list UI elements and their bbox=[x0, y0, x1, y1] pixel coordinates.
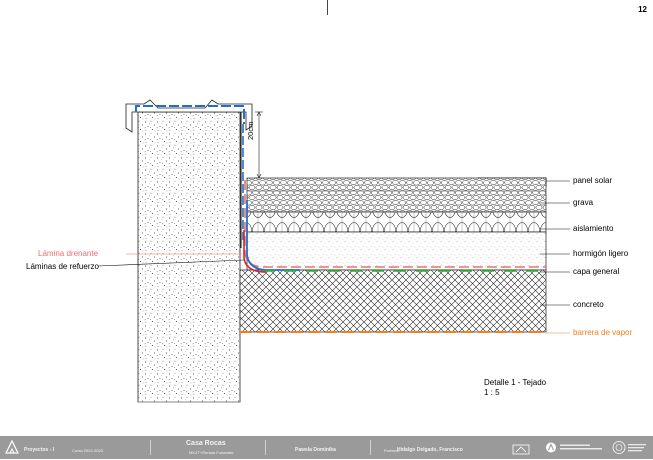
footer-year: Curso 2022-2023 bbox=[72, 448, 103, 453]
footer-separator bbox=[150, 440, 151, 455]
label-concreto: concreto bbox=[573, 300, 604, 309]
title-block-footer: Proyectos - I Curso 2022-2023 Casa Rocas… bbox=[0, 436, 653, 459]
gravel-layer bbox=[246, 177, 547, 213]
footer-project-subtitle: MKZT+Renata Furtanato bbox=[189, 450, 234, 455]
university-seal-icon bbox=[612, 440, 648, 460]
label-grava: grava bbox=[573, 198, 594, 207]
footer-course: Proyectos - I bbox=[24, 447, 55, 453]
label-lamina-drenante: Lámina drenante bbox=[38, 249, 99, 258]
insulation-layer bbox=[246, 211, 547, 233]
lightweight-concrete-layer bbox=[246, 231, 547, 271]
label-laminas-de-refuerzo: Láminas de refuerzo bbox=[26, 262, 99, 271]
footer-separator bbox=[265, 440, 266, 455]
label-capa-general: capa general bbox=[573, 267, 620, 276]
footer-separator bbox=[370, 440, 371, 455]
university-logo-icon bbox=[545, 441, 605, 459]
detail-scale: 1 : 5 bbox=[484, 388, 500, 397]
structural-concrete-slab bbox=[239, 269, 547, 333]
detail-title: Detalle 1 - Tejado bbox=[484, 378, 547, 387]
footer-student: Pawela Dominika bbox=[295, 447, 336, 453]
dimension-label: 20cm bbox=[246, 121, 255, 140]
footer-professor-name: Hidalgo Delgado, Francisco bbox=[397, 447, 463, 453]
label-barrera-de-vapor: barrera de vapor bbox=[573, 328, 633, 337]
roof-detail-drawing bbox=[97, 99, 570, 403]
seal-icon bbox=[512, 442, 530, 460]
label-panel-solar: panel solar bbox=[573, 176, 613, 185]
label-hormigon-ligero: hormigón ligero bbox=[573, 249, 629, 258]
label-aislamiento: aislamiento bbox=[573, 224, 614, 233]
logo-triangle-icon bbox=[5, 439, 19, 459]
footer-project-title: Casa Rocas bbox=[186, 440, 226, 447]
parapet-wall bbox=[137, 111, 241, 403]
